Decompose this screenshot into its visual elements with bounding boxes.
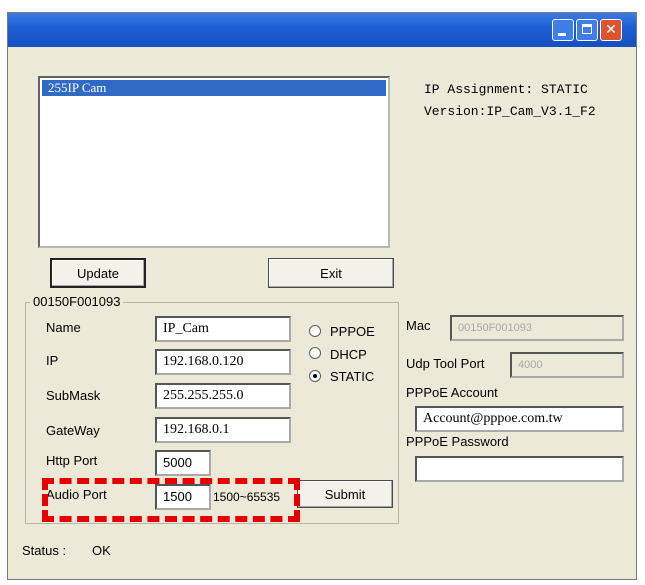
device-list-item[interactable]: 255IP Cam (42, 80, 386, 96)
gateway-field[interactable]: 192.168.0.1 (155, 417, 291, 443)
http-port-label: Http Port (46, 453, 98, 468)
radio-selected-dot (313, 374, 317, 378)
status-label: Status : (22, 543, 67, 558)
maximize-button[interactable] (576, 19, 598, 41)
name-field[interactable]: IP_Cam (155, 316, 291, 342)
pppoe-account-field[interactable]: Account@pppoe.com.tw (415, 406, 624, 432)
audio-port-highlight-annotation (42, 478, 300, 522)
ip-label: IP (46, 353, 59, 368)
pppoe-radio-label: PPPOE (330, 324, 375, 339)
group-title: 00150F001093 (30, 294, 124, 309)
update-button[interactable]: Update (50, 258, 146, 288)
ip-assignment-text: IP Assignment: STATIC (424, 82, 588, 97)
static-radio-label: STATIC (330, 369, 375, 384)
submask-field[interactable]: 255.255.255.0 (155, 383, 291, 409)
http-port-field[interactable]: 5000 (155, 450, 211, 476)
minimize-icon (558, 33, 566, 36)
close-icon: ✕ (605, 22, 617, 38)
exit-button[interactable]: Exit (268, 258, 394, 288)
gateway-label: GateWay (46, 423, 100, 438)
mac-field: 00150F001093 (450, 315, 624, 341)
udp-tool-port-label: Udp Tool Port (406, 356, 485, 371)
pppoe-password-field[interactable] (415, 456, 624, 482)
pppoe-account-label: PPPoE Account (406, 385, 498, 400)
close-button[interactable]: ✕ (600, 19, 622, 41)
pppoe-password-label: PPPoE Password (406, 434, 509, 449)
submask-label: SubMask (46, 388, 101, 403)
minimize-button[interactable] (552, 19, 574, 41)
maximize-icon (582, 24, 592, 34)
ip-field[interactable]: 192.168.0.120 (155, 349, 291, 375)
dhcp-radio-label: DHCP (330, 347, 367, 362)
submit-button[interactable]: Submit (297, 480, 393, 508)
status-value: OK (92, 543, 111, 558)
mac-label: Mac (406, 318, 431, 333)
udp-tool-port-field: 4000 (510, 352, 624, 378)
static-radio[interactable] (309, 370, 321, 382)
title-bar: ✕ (8, 13, 636, 47)
dhcp-radio[interactable] (309, 347, 321, 359)
pppoe-radio[interactable] (309, 325, 321, 337)
device-list[interactable]: 255IP Cam (38, 76, 390, 248)
version-text: Version:IP_Cam_V3.1_F2 (424, 104, 596, 119)
name-label: Name (46, 320, 81, 335)
